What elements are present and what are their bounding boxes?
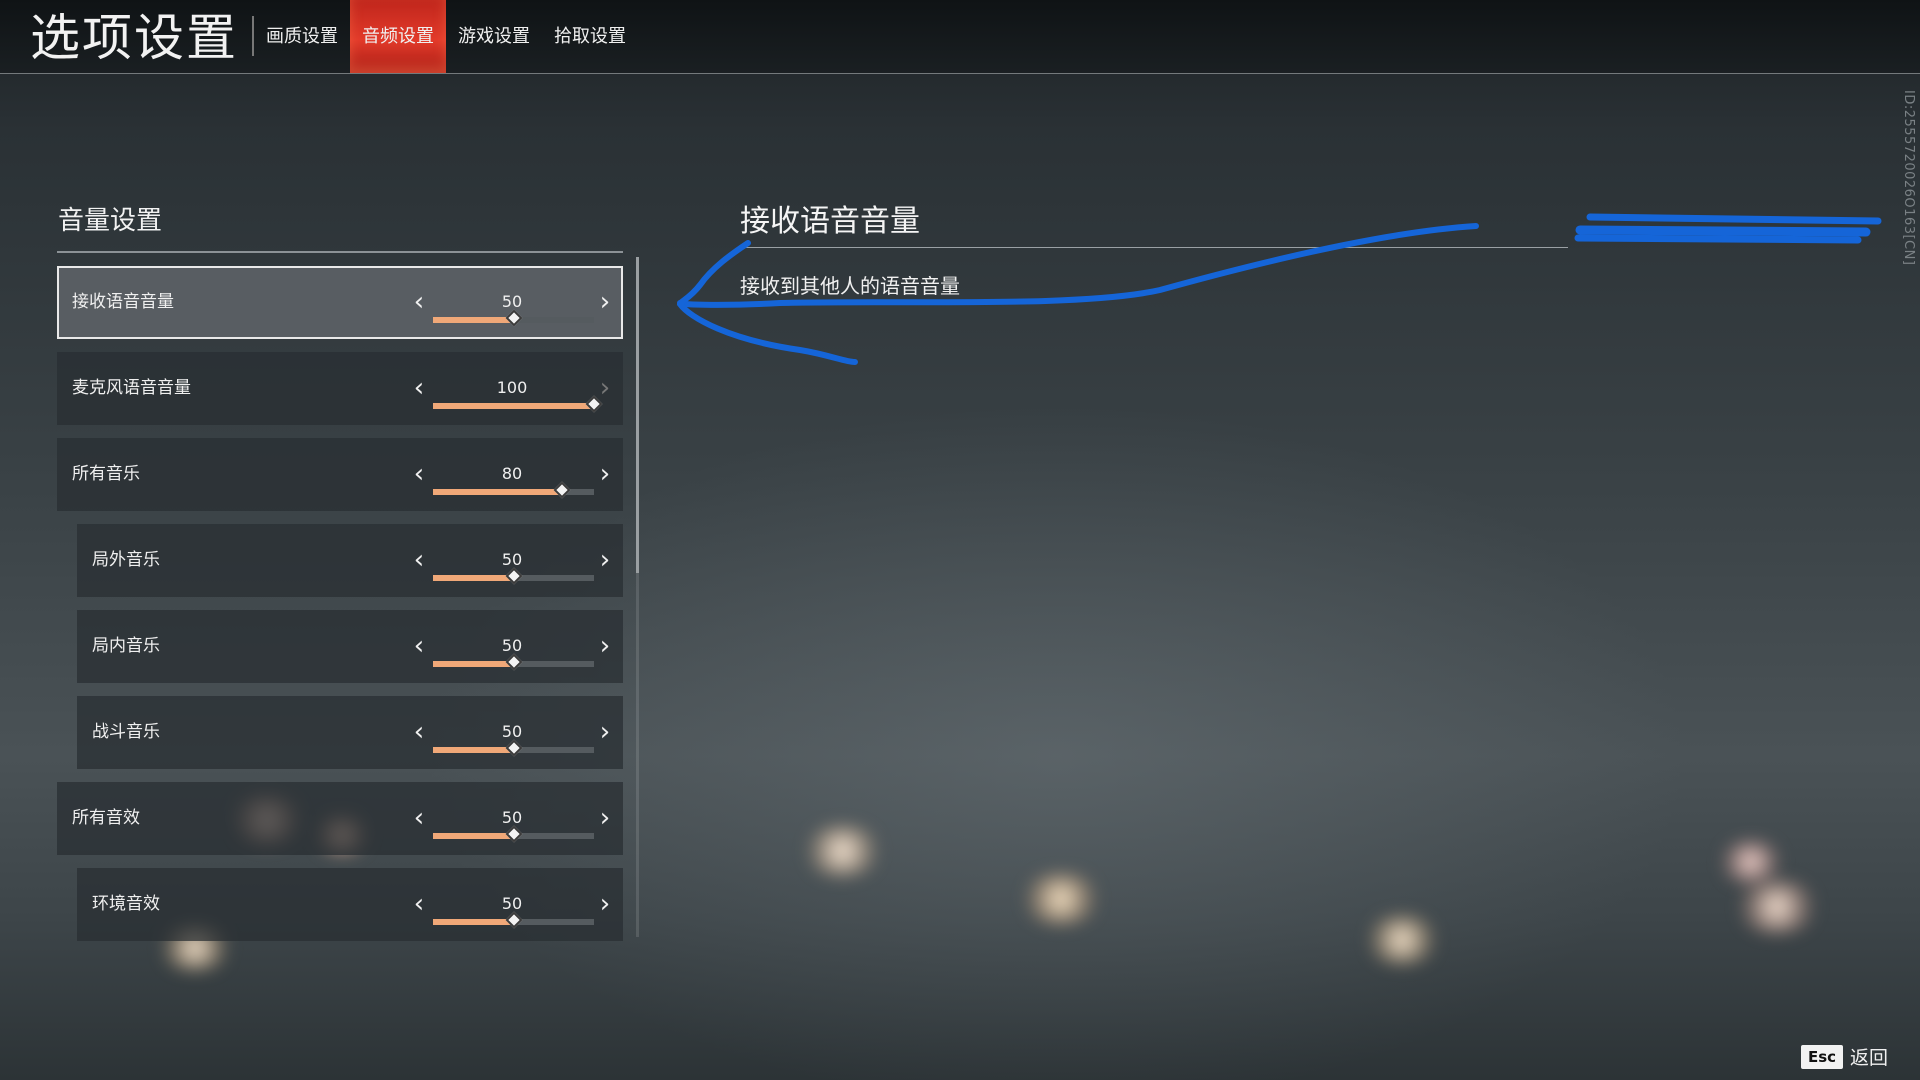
volume-slider-thumb[interactable]	[505, 567, 522, 585]
volume-slider-fill	[433, 575, 514, 581]
detail-title: 接收语音音量	[740, 204, 920, 239]
volume-row[interactable]: 局外音乐 ‹ 50 ›	[77, 524, 623, 597]
chevron-left-icon[interactable]: ‹	[404, 371, 434, 405]
volume-slider-fill	[433, 833, 514, 839]
volume-row-label: 所有音效	[72, 808, 140, 828]
volume-slider-track[interactable]	[433, 395, 603, 413]
lantern-glow	[1732, 880, 1822, 934]
volume-slider-track[interactable]	[433, 739, 594, 757]
volume-value: 50	[501, 292, 523, 311]
volume-slider-track[interactable]	[433, 653, 594, 671]
volume-row[interactable]: 战斗音乐 ‹ 50 ›	[77, 696, 623, 769]
volume-slider-thumb[interactable]	[553, 481, 571, 499]
volume-slider-track[interactable]	[433, 911, 594, 929]
back-button[interactable]: 返回	[1850, 1043, 1888, 1070]
page-title: 选项设置	[30, 9, 238, 67]
volume-row-label: 局内音乐	[92, 636, 160, 656]
volume-row[interactable]: 麦克风语音音量 ‹ 100 ›	[57, 352, 623, 425]
volume-slider-thumb[interactable]	[505, 739, 522, 757]
volume-slider-track[interactable]	[433, 825, 594, 843]
volume-slider-track[interactable]	[433, 481, 594, 499]
volume-row[interactable]: 环境音效 ‹ 50 ›	[77, 868, 623, 941]
volume-row-label: 战斗音乐	[92, 722, 160, 742]
chevron-left-icon[interactable]: ‹	[404, 887, 434, 921]
volume-slider-fill	[433, 661, 514, 667]
list-scrollbar-thumb[interactable]	[636, 257, 639, 573]
volume-row-label: 局外音乐	[92, 550, 160, 570]
tab-game[interactable]: 游戏设置	[446, 0, 542, 73]
options-screen: 选项设置 画质设置 音频设置 游戏设置 拾取设置 ID:2555720026O1…	[0, 0, 1920, 1080]
version-id: ID:2555720026O163[CN]	[1901, 90, 1916, 266]
section-divider	[57, 251, 623, 253]
tab-audio[interactable]: 音频设置	[350, 0, 446, 73]
chevron-left-icon[interactable]: ‹	[404, 285, 434, 319]
section-title: 音量设置	[58, 206, 163, 236]
chevron-right-icon[interactable]: ›	[590, 801, 620, 835]
volume-row-label: 所有音乐	[72, 464, 140, 484]
volume-slider-thumb[interactable]	[505, 911, 522, 929]
volume-value: 50	[501, 808, 523, 827]
chevron-left-icon[interactable]: ‹	[404, 715, 434, 749]
volume-slider-thumb[interactable]	[505, 825, 522, 843]
volume-slider-fill	[433, 317, 514, 323]
volume-row-label: 麦克风语音音量	[72, 378, 191, 398]
chevron-left-icon[interactable]: ‹	[404, 457, 434, 491]
volume-value: 50	[501, 550, 523, 569]
volume-slider-fill	[433, 403, 594, 409]
chevron-right-icon[interactable]: ›	[590, 887, 620, 921]
lantern-glow	[800, 825, 885, 877]
esc-key-hint[interactable]: Esc	[1801, 1045, 1843, 1069]
top-bar: 选项设置 画质设置 音频设置 游戏设置 拾取设置	[0, 0, 1920, 74]
lantern-glow	[1018, 873, 1104, 925]
chevron-right-icon[interactable]: ›	[590, 715, 620, 749]
volume-row[interactable]: 接收语音音量 ‹ 50 ›	[57, 266, 623, 339]
volume-row-label: 环境音效	[92, 894, 160, 914]
tab-graphics[interactable]: 画质设置	[254, 0, 350, 73]
chevron-left-icon[interactable]: ‹	[404, 801, 434, 835]
volume-slider-fill	[433, 489, 562, 495]
lantern-glow	[1716, 840, 1786, 884]
volume-slider-thumb[interactable]	[505, 653, 522, 671]
volume-row[interactable]: 局内音乐 ‹ 50 ›	[77, 610, 623, 683]
volume-row-label: 接收语音音量	[72, 292, 174, 312]
chevron-right-icon[interactable]: ›	[590, 285, 620, 319]
volume-slider-fill	[433, 747, 514, 753]
volume-value: 50	[501, 636, 523, 655]
volume-slider-thumb[interactable]	[505, 309, 522, 327]
detail-divider	[740, 247, 1568, 248]
volume-value: 50	[501, 722, 523, 741]
volume-value: 100	[496, 378, 528, 397]
chevron-right-icon[interactable]: ›	[590, 543, 620, 577]
volume-value: 80	[501, 464, 523, 483]
volume-value: 50	[501, 894, 523, 913]
tab-pickup[interactable]: 拾取设置	[542, 0, 638, 73]
volume-slider-track[interactable]	[433, 309, 594, 327]
volume-row[interactable]: 所有音效 ‹ 50 ›	[57, 782, 623, 855]
chevron-left-icon[interactable]: ‹	[404, 543, 434, 577]
volume-slider-track[interactable]	[433, 567, 594, 585]
chevron-right-icon[interactable]: ›	[590, 457, 620, 491]
volume-slider-fill	[433, 919, 514, 925]
lantern-glow	[1362, 915, 1442, 965]
chevron-right-icon[interactable]: ›	[590, 629, 620, 663]
detail-description: 接收到其他人的语音音量	[740, 274, 960, 298]
chevron-left-icon[interactable]: ‹	[404, 629, 434, 663]
volume-row[interactable]: 所有音乐 ‹ 80 ›	[57, 438, 623, 511]
